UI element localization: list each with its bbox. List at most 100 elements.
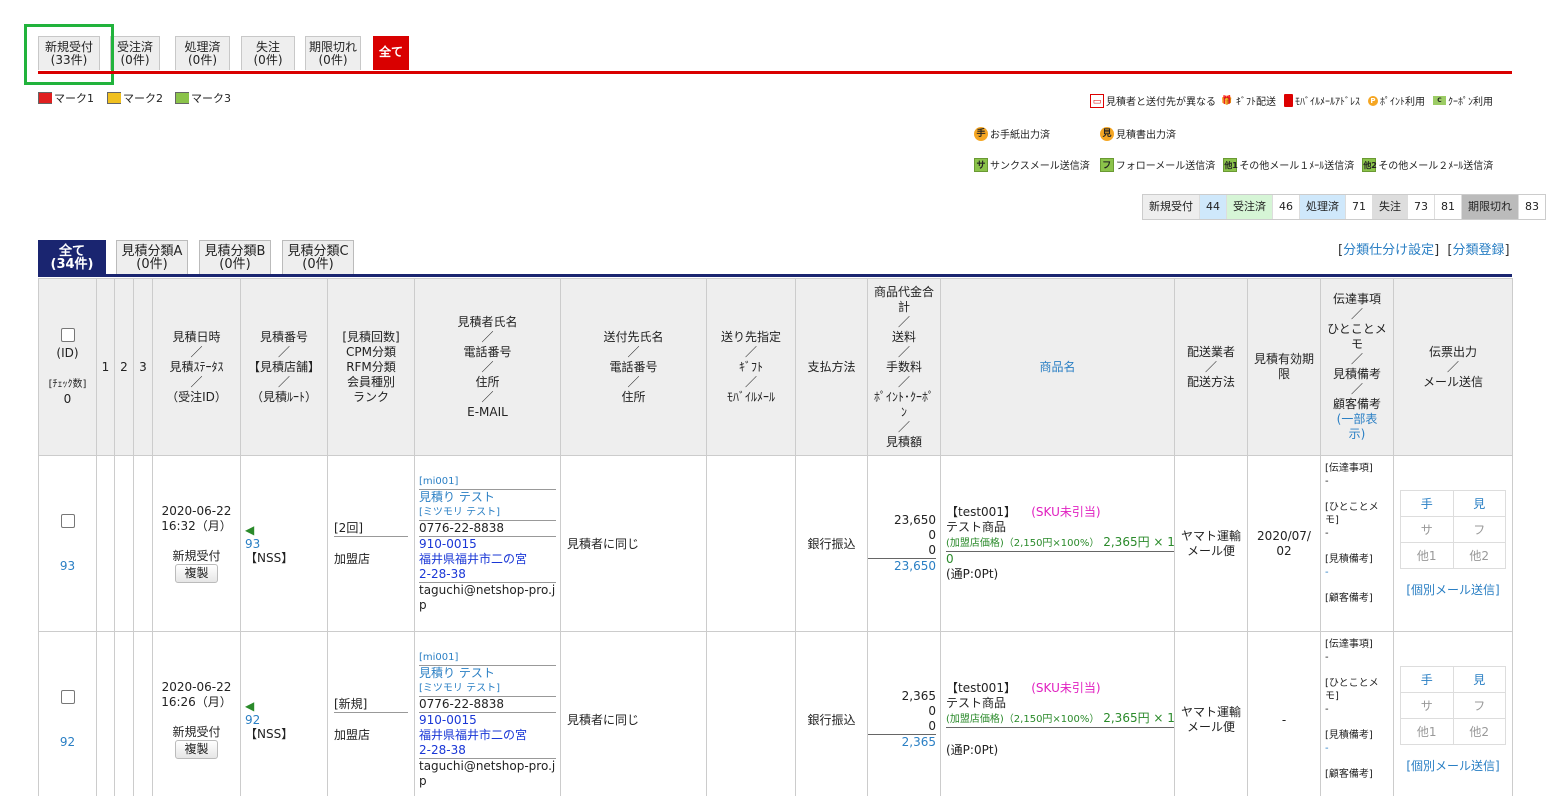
legend-row2: 手お手紙出力済 見見積書出力済	[974, 126, 1176, 141]
copy-button[interactable]: 複製	[175, 740, 218, 759]
follow-button[interactable]: フ	[1452, 515, 1506, 543]
header-product[interactable]: 商品名	[940, 278, 1175, 456]
header-number: 見積番号／【見積店舗】／（見積ﾙｰﾄ）	[240, 278, 328, 456]
cat-tab-b[interactable]: 見積分類B (0件)	[199, 240, 271, 276]
mark2-cell[interactable]	[114, 631, 134, 796]
legend-row1: ▭ 見積者と送付先が異なる 🎁 ｷﾞﾌﾄ配送 ﾓﾊﾞｲﾙﾒｰﾙｱﾄﾞﾚｽ P ﾎﾟｲﾝ…	[1090, 93, 1493, 108]
count-value-ordered: 46	[1273, 195, 1300, 219]
table-row: 92 2020-06-22 16:26（月） 新規受付 複製 ◀ 92 【NSS】 [新規…	[38, 631, 1513, 796]
mobile-icon	[1284, 94, 1293, 107]
copy-button[interactable]: 複製	[175, 564, 218, 583]
other1-icon: 他1	[1223, 157, 1238, 172]
cat-tab-c[interactable]: 見積分類C (0件)	[282, 240, 354, 276]
header-customer: 見積者氏名／電話番号／住所／ E-MAIL	[414, 278, 561, 456]
flag-icon: ◀	[245, 522, 255, 537]
header-date: 見積日時／見積ｽﾃｰﾀｽ／（受注ID）	[152, 278, 241, 456]
tab-all[interactable]: 全て	[373, 36, 409, 70]
mail-button-grid: 手見 サフ 他1 他2	[1400, 665, 1506, 745]
cat-tab-a[interactable]: 見積分類A (0件)	[116, 240, 188, 276]
legend-row3: ササンクスメール送信済 フフォローメール送信済 他1 その他メール１ﾒｰﾙ送信済 …	[974, 157, 1493, 172]
yellow-flag-icon	[107, 92, 121, 104]
quote-table: (ID) [ﾁｪｯｸ数] 0 1 2 3 見積日時／見積ｽﾃｰﾀｽ／（受注ID） 見…	[38, 278, 1513, 796]
count-value-extra: 81	[1435, 195, 1462, 219]
header-payment: 支払方法	[795, 278, 868, 456]
other2-button[interactable]: 他2	[1452, 541, 1506, 569]
table-row: 93 2020-06-22 16:32（月） 新規受付 複製 ◀ 93 【NSS】 [2回…	[38, 455, 1513, 632]
mark1-cell[interactable]	[96, 455, 115, 632]
count-value-lost: 73	[1408, 195, 1435, 219]
header-memo: 伝達事項／ひとことメモ／見積備考／顧客備考 (一部表 示)	[1320, 278, 1394, 456]
count-label-new: 新規受付	[1143, 195, 1200, 219]
thanks-icon: サ	[974, 157, 988, 172]
mark-3[interactable]: マーク3	[175, 90, 231, 106]
status-count-table: 新規受付 44 受注済 46 処理済 71 失注 73 81 期限切れ 83	[1142, 194, 1546, 220]
letter-icon: 手	[974, 126, 988, 141]
letter-button[interactable]: 手	[1400, 489, 1454, 517]
header-mark1: 1	[96, 278, 115, 456]
mail-button-grid: 手見 サフ 他1 他2	[1400, 489, 1506, 569]
tab-processed[interactable]: 処理済 (0件)	[175, 36, 230, 70]
tab-ordered[interactable]: 受注済 (0件)	[110, 36, 160, 70]
other1-button[interactable]: 他1	[1400, 717, 1454, 745]
tab-expired[interactable]: 期限切れ (0件)	[305, 36, 361, 70]
category-register-link[interactable]: 分類登録	[1453, 243, 1505, 258]
follow-icon: フ	[1099, 157, 1114, 172]
count-value-new: 44	[1200, 195, 1227, 219]
row-checkbox[interactable]	[60, 690, 75, 704]
count-value-processed: 71	[1346, 195, 1373, 219]
header-amount: 商品代金合計／送料／手数料／ﾎﾟｲﾝﾄ･ｸｰﾎﾟﾝ／見積額	[867, 278, 941, 456]
count-label-expired: 期限切れ	[1462, 195, 1519, 219]
quote-button[interactable]: 見	[1452, 489, 1506, 517]
table-header: (ID) [ﾁｪｯｸ数] 0 1 2 3 見積日時／見積ｽﾃｰﾀｽ／（受注ID） 見…	[38, 278, 1513, 456]
header-mark2: 2	[114, 278, 134, 456]
coupon-icon: C	[1433, 96, 1446, 105]
category-setting-link[interactable]: 分類仕分け設定	[1343, 243, 1434, 258]
header-output: 伝票出力／メール送信	[1393, 278, 1513, 456]
red-flag-icon	[38, 92, 52, 104]
row-id-link[interactable]: 92	[60, 735, 75, 749]
follow-button[interactable]: フ	[1452, 691, 1506, 719]
mark-1[interactable]: マーク1	[38, 90, 94, 106]
tab-lost[interactable]: 失注 (0件)	[241, 36, 295, 70]
select-all-checkbox[interactable]	[60, 327, 75, 342]
other2-button[interactable]: 他2	[1452, 717, 1506, 745]
category-links: [分類仕分け設定] [分類登録]	[1338, 243, 1510, 258]
tab-underline	[38, 71, 1512, 74]
quote-icon: 見	[1100, 126, 1114, 141]
count-label-processed: 処理済	[1300, 195, 1346, 219]
quote-button[interactable]: 見	[1452, 665, 1506, 693]
row-id-link[interactable]: 93	[60, 559, 75, 573]
highlight-box	[24, 24, 114, 85]
flag-icon: ◀	[245, 698, 255, 713]
row-checkbox[interactable]	[60, 514, 75, 528]
thanks-button[interactable]: サ	[1400, 691, 1454, 719]
spec-cell	[706, 631, 796, 796]
header-count: [見積回数] CPM分類 RFM分類 会員種別 ランク	[327, 278, 415, 456]
cat-underline	[38, 274, 1512, 277]
header-mark3: 3	[133, 278, 153, 456]
header-spec: 送り先指定／ｷﾞﾌﾄ／ﾓﾊﾞｲﾙﾒｰﾙ	[706, 278, 796, 456]
mark2-cell[interactable]	[114, 455, 134, 632]
letter-button[interactable]: 手	[1400, 665, 1454, 693]
mark3-cell[interactable]	[133, 455, 153, 632]
individual-mail-link[interactable]: [個別メール送信]	[1395, 581, 1512, 598]
header-expire: 見積有効期限	[1247, 278, 1321, 456]
mark1-cell[interactable]	[96, 631, 115, 796]
count-label-lost: 失注	[1373, 195, 1408, 219]
mark-2[interactable]: マーク2	[107, 90, 163, 106]
green-flag-icon	[175, 92, 189, 104]
count-value-expired: 83	[1525, 200, 1539, 213]
mark3-cell[interactable]	[133, 631, 153, 796]
individual-mail-link[interactable]: [個別メール送信]	[1395, 757, 1512, 774]
other2-icon: 他2	[1362, 157, 1377, 172]
spec-cell	[706, 455, 796, 632]
truck-icon: ▭	[1090, 93, 1104, 108]
thanks-button[interactable]: サ	[1400, 515, 1454, 543]
count-label-ordered: 受注済	[1227, 195, 1273, 219]
gift-icon: 🎁	[1220, 93, 1234, 108]
cat-tab-all[interactable]: 全て (34件)	[38, 240, 106, 276]
point-icon: P	[1368, 95, 1378, 106]
header-shipping: 配送業者／配送方法	[1174, 278, 1248, 456]
header-destination: 送付先氏名／電話番号／住所	[560, 278, 707, 456]
other1-button[interactable]: 他1	[1400, 541, 1454, 569]
